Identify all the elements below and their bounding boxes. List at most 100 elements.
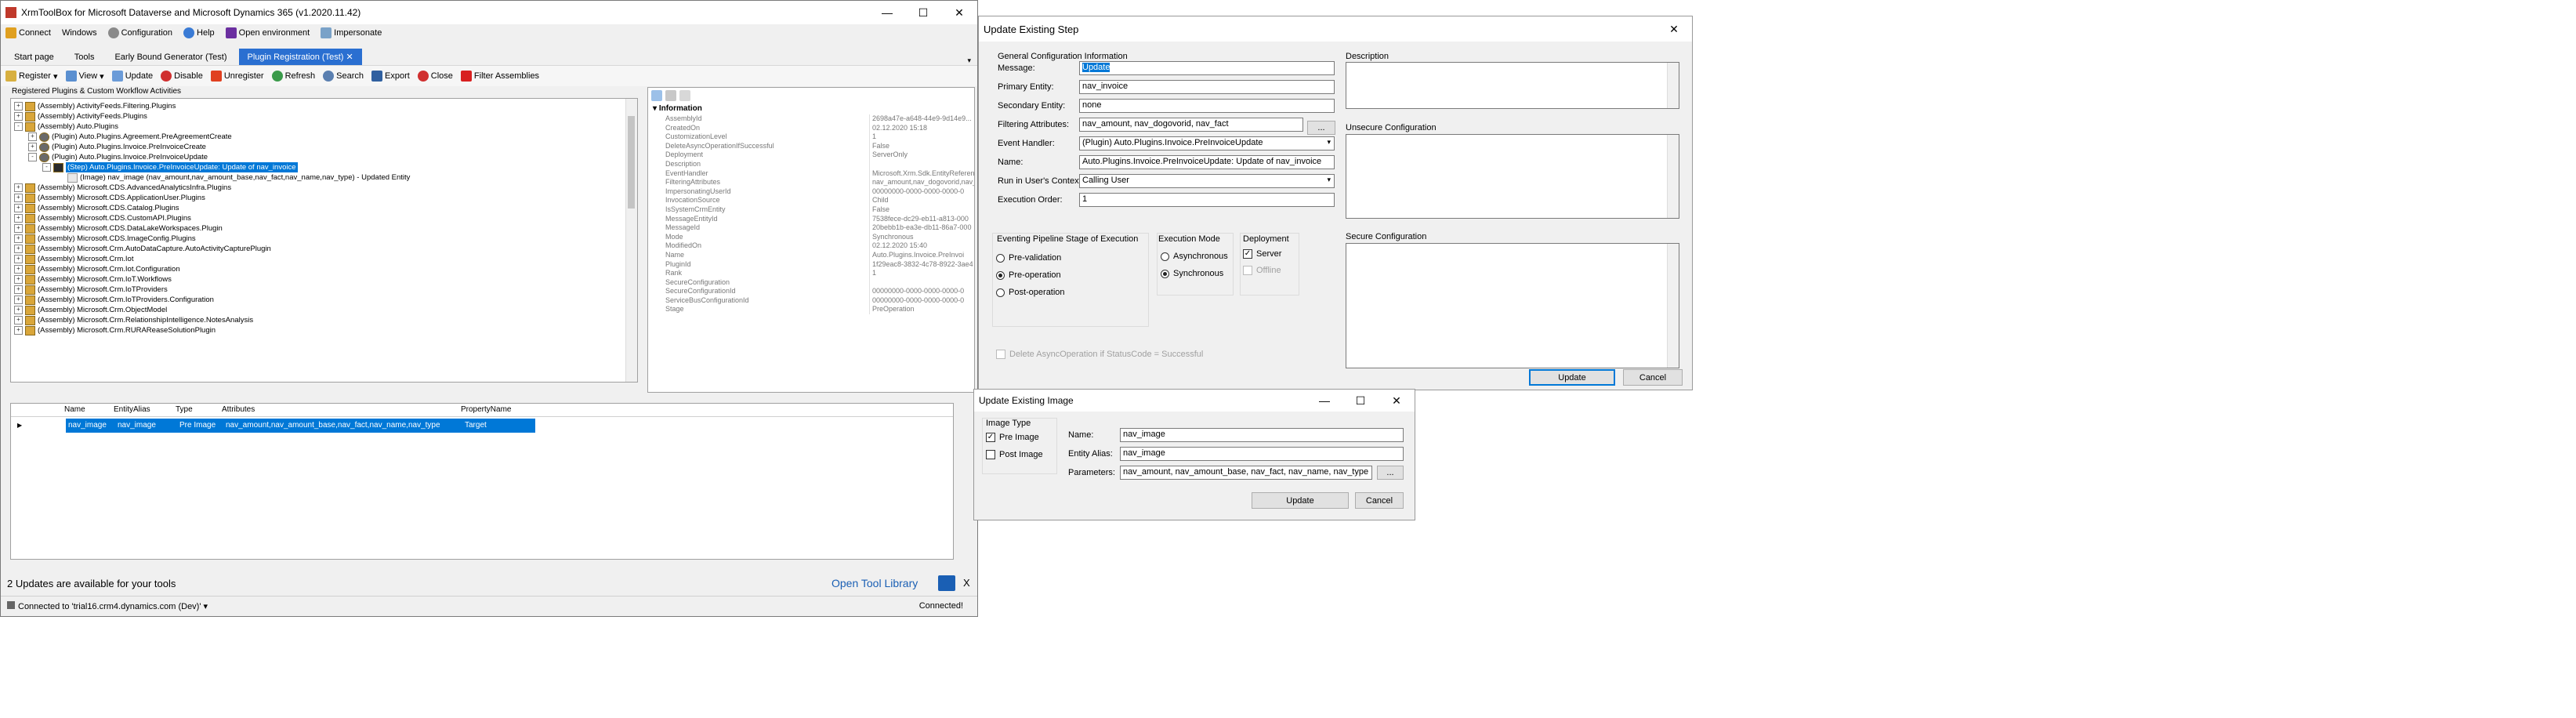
expand-node-icon[interactable]: + — [14, 214, 23, 223]
image-minimize-button[interactable]: — — [1306, 390, 1342, 412]
menu-configuration[interactable]: Configuration — [107, 27, 172, 38]
dropdown-arrow-icon[interactable]: ▾ — [1327, 176, 1331, 184]
property-row[interactable]: EventHandler Microsoft.Xrm.Sdk.EntityRefe… — [648, 169, 974, 179]
property-row[interactable]: ImpersonatingUserId 00000000-0000-0000-00… — [648, 187, 974, 197]
image-update-button[interactable]: Update — [1252, 492, 1349, 509]
tree-item[interactable]: + (Assembly) Microsoft.Crm.Iot.Configurat… — [11, 264, 637, 274]
property-row[interactable]: PluginId 1f29eac8-3832-4c78-8922-3ae4 — [648, 259, 974, 270]
open-tool-library-link[interactable]: Open Tool Library — [831, 577, 918, 589]
minimize-button[interactable]: — — [869, 1, 905, 24]
tree-item[interactable]: + (Assembly) Microsoft.Crm.RelationshipIn… — [11, 315, 637, 325]
expand-node-icon[interactable]: + — [14, 285, 23, 294]
table-row[interactable]: ▶ nav_image nav_image Pre Image nav_amou… — [11, 419, 953, 433]
property-row[interactable]: IsSystemCrmEntity False — [648, 205, 974, 215]
entity-alias-input[interactable]: nav_image — [1120, 447, 1404, 461]
deploy-offline-checkbox[interactable]: Offline — [1243, 266, 1281, 275]
tree-item[interactable]: + (Assembly) Microsoft.Crm.Iot — [11, 254, 637, 264]
refresh-button[interactable]: Refresh — [271, 71, 315, 82]
tab-tools[interactable]: Tools — [66, 49, 103, 65]
collapse-node-icon[interactable]: - — [14, 122, 23, 131]
menu-windows[interactable]: Windows — [62, 28, 97, 38]
update-button[interactable]: Update — [111, 71, 153, 82]
categorized-icon[interactable] — [651, 90, 662, 101]
menu-help[interactable]: Help — [183, 27, 215, 38]
mode-radio[interactable]: Asynchronous — [1161, 252, 1228, 261]
property-pages-icon[interactable] — [679, 90, 690, 101]
unsecure-scrollbar[interactable] — [1667, 135, 1679, 218]
property-row[interactable]: MessageEntityId 7538fece-dc29-eb11-a813-0… — [648, 214, 974, 224]
step-field-input[interactable]: nav_invoice — [1079, 80, 1335, 94]
close-tab-icon[interactable]: ✕ — [346, 53, 353, 62]
step-field-input[interactable]: nav_amount, nav_dogovorid, nav_fact — [1079, 118, 1303, 132]
tree-item[interactable]: - (Plugin) Auto.Plugins.Invoice.PreInvoic… — [11, 152, 637, 162]
image-maximize-button[interactable]: ☐ — [1342, 390, 1379, 412]
tree-item[interactable]: + (Assembly) ActivityFeeds.Filtering.Plug… — [11, 101, 637, 111]
property-row[interactable]: InvocationSource Child — [648, 196, 974, 205]
post-image-checkbox[interactable]: Post Image — [986, 450, 1043, 459]
tree-item[interactable]: + (Assembly) Microsoft.Crm.AutoDataCaptur… — [11, 244, 637, 254]
expand-node-icon[interactable]: + — [14, 265, 23, 274]
property-row[interactable]: FilteringAttributes nav_amount,nav_dogovo… — [648, 178, 974, 187]
parameters-browse-button[interactable]: ... — [1377, 466, 1404, 480]
image-cancel-button[interactable]: Cancel — [1355, 492, 1404, 509]
tree-scroll-thumb[interactable] — [628, 116, 635, 209]
search-button[interactable]: Search — [323, 71, 364, 82]
property-row[interactable]: Mode Synchronous — [648, 232, 974, 242]
property-row[interactable]: SecureConfigurationId 00000000-0000-0000-… — [648, 287, 974, 296]
col-entity-alias[interactable]: EntityAlias — [111, 404, 173, 416]
tree-item[interactable]: + (Assembly) Microsoft.Crm.IoTProviders — [11, 285, 637, 295]
pre-image-checkbox[interactable]: ✓ Pre Image — [986, 433, 1039, 442]
property-row[interactable]: SecureConfiguration — [648, 277, 974, 288]
close-notification-icon[interactable]: X — [963, 577, 970, 589]
tree-item[interactable]: + (Plugin) Auto.Plugins.Invoice.PreInvoic… — [11, 142, 637, 152]
parameters-input[interactable]: nav_amount, nav_amount_base, nav_fact, n… — [1120, 466, 1372, 480]
menu-open-environment[interactable]: Open environment — [225, 27, 310, 38]
property-row[interactable]: CreatedOn 02.12.2020 15:18 — [648, 123, 974, 133]
tab-plugin-registration[interactable]: Plugin Registration (Test) ✕ — [238, 49, 362, 65]
register-button[interactable]: Register ▾ — [5, 71, 58, 82]
filter-assemblies-button[interactable]: Filter Assemblies — [460, 71, 539, 82]
tree-item[interactable]: + (Assembly) Microsoft.CDS.CustomAPI.Plug… — [11, 213, 637, 223]
description-textarea[interactable] — [1346, 62, 1679, 109]
tab-start-page[interactable]: Start page — [5, 49, 63, 65]
property-row[interactable]: MessageId 20bebb1b-ea3e-db11-86a7-000 — [648, 223, 974, 233]
tree-item[interactable]: + (Assembly) Microsoft.CDS.ApplicationUse… — [11, 193, 637, 203]
tree-item[interactable]: + (Assembly) Microsoft.Crm.IoT.Workflows — [11, 274, 637, 285]
property-row[interactable]: Stage PreOperation — [648, 305, 974, 315]
tree-item[interactable]: + (Assembly) Microsoft.Crm.RURAReaseSolut… — [11, 325, 637, 335]
expand-node-icon[interactable]: + — [14, 204, 23, 212]
collapse-node-icon[interactable]: - — [42, 163, 51, 172]
stage-radio[interactable]: Pre-operation — [996, 270, 1061, 280]
image-name-input[interactable]: nav_image — [1120, 428, 1404, 442]
expand-node-icon[interactable]: + — [14, 102, 23, 111]
description-scrollbar[interactable] — [1667, 63, 1679, 108]
expand-node-icon[interactable]: + — [14, 296, 23, 304]
expand-node-icon[interactable]: + — [28, 143, 37, 151]
tree-item[interactable]: + (Assembly) Microsoft.CDS.Catalog.Plugin… — [11, 203, 637, 213]
tree-item[interactable]: + (Assembly) Microsoft.Crm.ObjectModel — [11, 305, 637, 315]
expand-node-icon[interactable]: + — [14, 194, 23, 202]
expand-node-icon[interactable]: + — [14, 234, 23, 243]
step-field-input[interactable]: (Plugin) Auto.Plugins.Invoice.PreInvoice… — [1079, 136, 1335, 150]
step-field-input[interactable]: none — [1079, 99, 1335, 113]
tree-item[interactable]: + (Assembly) Microsoft.CDS.DataLakeWorksp… — [11, 223, 637, 234]
step-field-input[interactable]: Auto.Plugins.Invoice.PreInvoiceUpdate: U… — [1079, 155, 1335, 169]
property-row[interactable]: Deployment ServerOnly — [648, 150, 974, 160]
property-row[interactable]: Description — [648, 159, 974, 169]
unsecure-config-textarea[interactable] — [1346, 134, 1679, 219]
expand-node-icon[interactable]: + — [14, 112, 23, 121]
tree-item[interactable]: + (Assembly) Microsoft.Crm.IoTProviders.C… — [11, 295, 637, 305]
unregister-button[interactable]: Unregister — [210, 71, 264, 82]
expand-node-icon[interactable]: + — [28, 132, 37, 141]
step-update-button[interactable]: Update — [1529, 369, 1615, 386]
secure-scrollbar[interactable] — [1667, 244, 1679, 368]
close-window-button[interactable]: ✕ — [941, 1, 977, 24]
sort-alpha-icon[interactable] — [665, 90, 676, 101]
view-button[interactable]: View ▾ — [65, 71, 104, 82]
col-attributes[interactable]: Attributes — [219, 404, 458, 416]
images-grid[interactable]: Name EntityAlias Type Attributes Propert… — [10, 403, 954, 560]
expand-node-icon[interactable]: + — [14, 275, 23, 284]
tree-item[interactable]: + (Assembly) ActivityFeeds.Plugins — [11, 111, 637, 121]
filtering-attributes-browse-button[interactable]: ... — [1307, 121, 1335, 135]
library-icon[interactable] — [938, 575, 955, 591]
